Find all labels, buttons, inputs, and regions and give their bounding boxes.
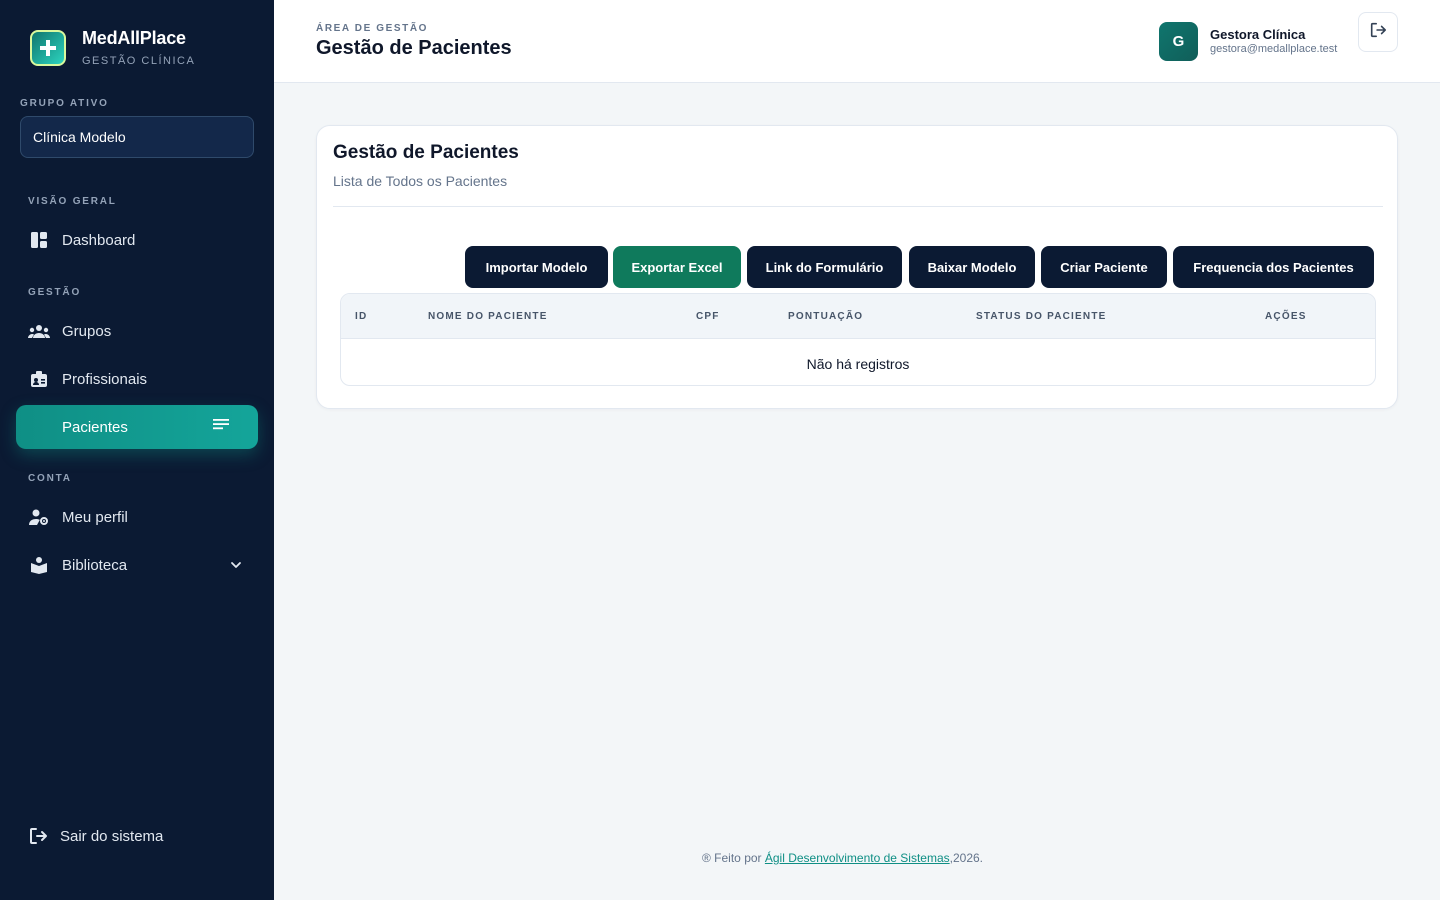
table-header: ID NOME DO PACIENTE CPF PONTUAÇÃO STATUS… bbox=[341, 294, 1375, 339]
sidebar-item-professionals[interactable]: Profissionais bbox=[16, 357, 258, 401]
form-link-button[interactable]: Link do Formulário bbox=[747, 246, 902, 288]
logout-icon bbox=[1369, 21, 1387, 44]
sidebar-item-label: Dashboard bbox=[62, 231, 136, 249]
active-group-label: GRUPO ATIVO bbox=[20, 98, 109, 109]
create-patient-button[interactable]: Criar Paciente bbox=[1041, 246, 1167, 288]
brand-name: MedAllPlace bbox=[82, 28, 186, 48]
section-label-management: GESTÃO bbox=[28, 287, 82, 298]
patients-card: Gestão de Pacientes Lista de Todos os Pa… bbox=[316, 125, 1398, 409]
top-header: ÁREA DE GESTÃO Gestão de Pacientes G Ges… bbox=[274, 0, 1440, 83]
lines-icon bbox=[212, 417, 230, 435]
card-subtitle: Lista de Todos os Pacientes bbox=[333, 173, 508, 189]
sidebar-logout-label: Sair do sistema bbox=[60, 827, 164, 845]
groups-icon bbox=[28, 320, 50, 342]
section-label-account: CONTA bbox=[28, 473, 72, 484]
download-template-button[interactable]: Baixar Modelo bbox=[909, 246, 1035, 288]
card-title: Gestão de Pacientes bbox=[333, 142, 519, 163]
sidebar-item-label: Pacientes bbox=[62, 418, 128, 436]
user-gear-icon bbox=[28, 506, 50, 528]
header-kicker: ÁREA DE GESTÃO bbox=[316, 23, 429, 34]
logout-icon bbox=[28, 826, 48, 846]
medallplace-logo-icon bbox=[30, 29, 66, 66]
dashboard-icon bbox=[28, 229, 50, 251]
badge-icon bbox=[28, 368, 50, 390]
section-label-overview: VISÃO GERAL bbox=[28, 196, 117, 207]
sidebar-item-label: Profissionais bbox=[62, 370, 148, 388]
column-header-name[interactable]: NOME DO PACIENTE bbox=[428, 311, 548, 322]
sidebar: MedAllPlace GESTÃO CLÍNICA GRUPO ATIVO C… bbox=[0, 0, 274, 900]
import-template-button[interactable]: Importar Modelo bbox=[465, 246, 608, 288]
active-group-select[interactable]: Clínica Modelo bbox=[20, 116, 254, 158]
footer-suffix: ,2026. bbox=[949, 851, 984, 865]
sidebar-logout-link[interactable]: Sair do sistema bbox=[28, 826, 163, 846]
sidebar-item-label: Meu perfil bbox=[62, 508, 128, 526]
export-excel-button[interactable]: Exportar Excel bbox=[613, 246, 741, 288]
patients-frequency-button[interactable]: Frequencia dos Pacientes bbox=[1173, 246, 1374, 288]
sidebar-item-library[interactable]: Biblioteca bbox=[16, 543, 258, 587]
footer: ® Feito por Ágil Desenvolvimento de Sist… bbox=[702, 851, 983, 865]
user-name: Gestora Clínica bbox=[1210, 27, 1306, 42]
sidebar-item-groups[interactable]: Grupos bbox=[16, 309, 258, 353]
column-header-score[interactable]: PONTUAÇÃO bbox=[788, 311, 863, 322]
footer-company-link[interactable]: Ágil Desenvolvimento de Sistemas bbox=[765, 851, 950, 865]
column-header-cpf[interactable]: CPF bbox=[696, 311, 720, 322]
brand[interactable]: MedAllPlace GESTÃO CLÍNICA bbox=[30, 28, 195, 67]
library-icon bbox=[28, 554, 50, 576]
avatar[interactable]: G bbox=[1159, 22, 1198, 61]
sidebar-item-dashboard[interactable]: Dashboard bbox=[16, 218, 258, 262]
column-header-status[interactable]: STATUS DO PACIENTE bbox=[976, 311, 1107, 322]
sidebar-item-label: Biblioteca bbox=[62, 556, 128, 574]
sidebar-item-patients[interactable]: Pacientes bbox=[16, 405, 258, 449]
card-divider bbox=[333, 206, 1383, 207]
header-logout-button[interactable] bbox=[1358, 12, 1398, 52]
column-header-id[interactable]: ID bbox=[355, 311, 367, 322]
sidebar-item-label: Grupos bbox=[62, 322, 112, 340]
footer-prefix: ® Feito por bbox=[702, 851, 765, 865]
brand-subtitle: GESTÃO CLÍNICA bbox=[82, 55, 196, 67]
chevron-down-icon[interactable] bbox=[230, 558, 242, 575]
patients-table: ID NOME DO PACIENTE CPF PONTUAÇÃO STATUS… bbox=[340, 293, 1376, 386]
page-title: Gestão de Pacientes bbox=[316, 37, 512, 59]
empty-state: Não há registros bbox=[806, 355, 910, 372]
user-email: gestora@medallplace.test bbox=[1210, 43, 1338, 55]
column-header-actions: AÇÕES bbox=[1265, 311, 1307, 322]
sidebar-item-profile[interactable]: Meu perfil bbox=[16, 495, 258, 539]
